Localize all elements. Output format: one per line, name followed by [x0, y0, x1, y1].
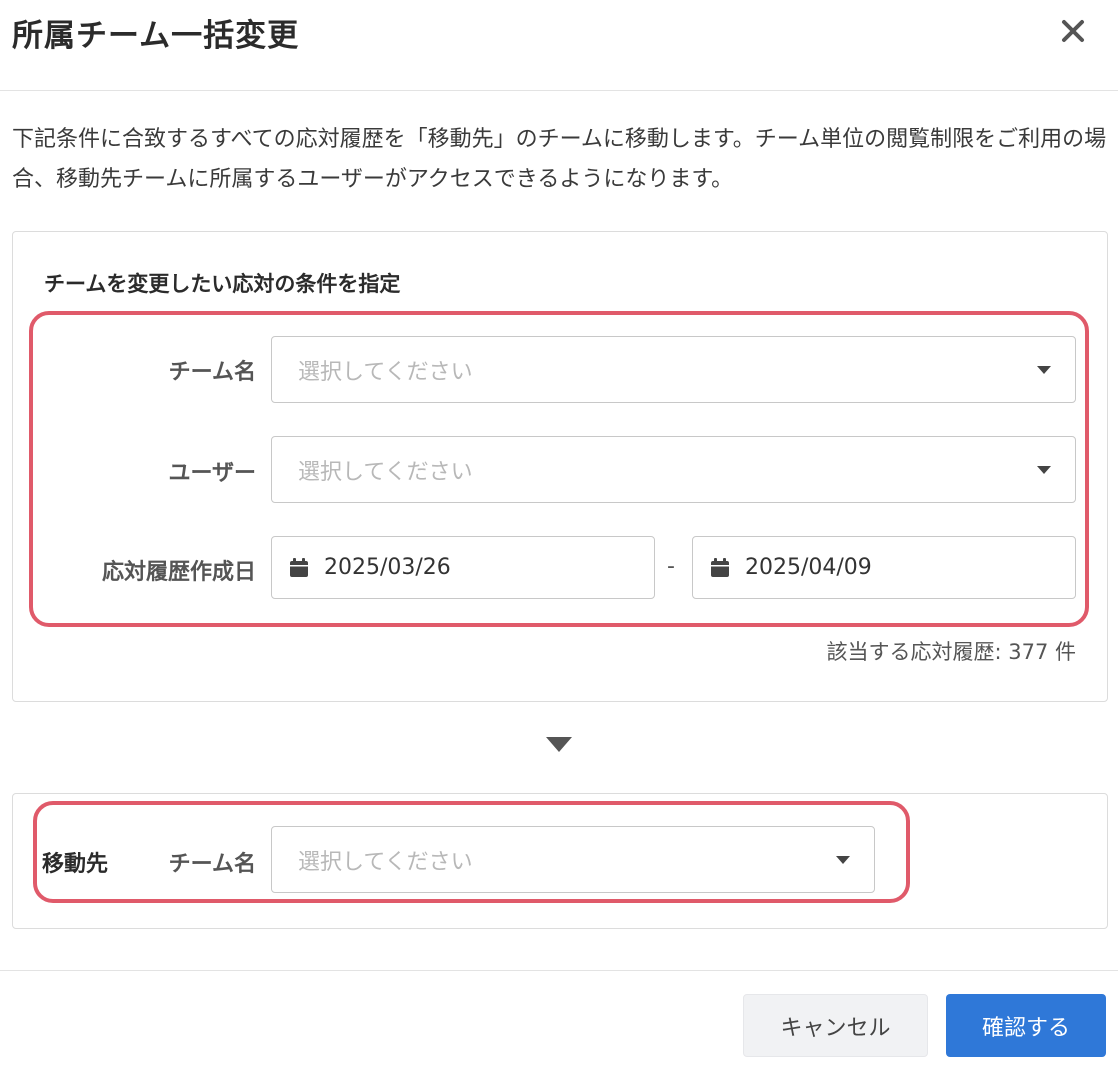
- destination-team-label: チーム名: [168, 852, 256, 877]
- destination-label: 移動先: [42, 852, 109, 877]
- destination-team-placeholder: 選択してください: [298, 849, 473, 875]
- dialog-description: 下記条件に合致するすべての応対履歴を「移動先」のチームに移動します。チーム単位の…: [12, 127, 1107, 192]
- arrow-down-icon: [546, 737, 572, 752]
- cancel-button[interactable]: キャンセル: [743, 994, 928, 1057]
- confirm-button[interactable]: 確認する: [946, 994, 1106, 1057]
- date-from-value: 2025/03/26: [324, 555, 451, 580]
- date-to-value: 2025/04/09: [745, 555, 872, 580]
- close-button[interactable]: [1056, 14, 1090, 48]
- dialog-title: 所属チーム一括変更: [12, 18, 300, 54]
- close-icon: [1062, 20, 1084, 42]
- date-range-separator: -: [667, 554, 675, 579]
- user-label: ユーザー: [168, 461, 256, 486]
- date-label: 応対履歴作成日: [101, 560, 256, 585]
- calendar-icon: [290, 557, 308, 577]
- chevron-down-icon: [836, 855, 850, 864]
- header-divider: [0, 90, 1118, 91]
- team-select[interactable]: 選択してください: [271, 336, 1076, 403]
- chevron-down-icon: [1037, 465, 1051, 474]
- date-from-input[interactable]: 2025/03/26: [271, 536, 655, 599]
- user-select[interactable]: 選択してください: [271, 436, 1076, 503]
- date-to-input[interactable]: 2025/04/09: [692, 536, 1076, 599]
- matching-count: 該当する応対履歴: 377 件: [826, 640, 1076, 664]
- team-label: チーム名: [168, 360, 256, 385]
- user-select-placeholder: 選択してください: [298, 459, 473, 485]
- footer-divider: [0, 970, 1118, 971]
- destination-team-select[interactable]: 選択してください: [271, 826, 875, 893]
- conditions-section-title: チームを変更したい応対の条件を指定: [44, 272, 401, 296]
- calendar-icon: [711, 557, 729, 577]
- chevron-down-icon: [1037, 365, 1051, 374]
- team-select-placeholder: 選択してください: [298, 359, 473, 385]
